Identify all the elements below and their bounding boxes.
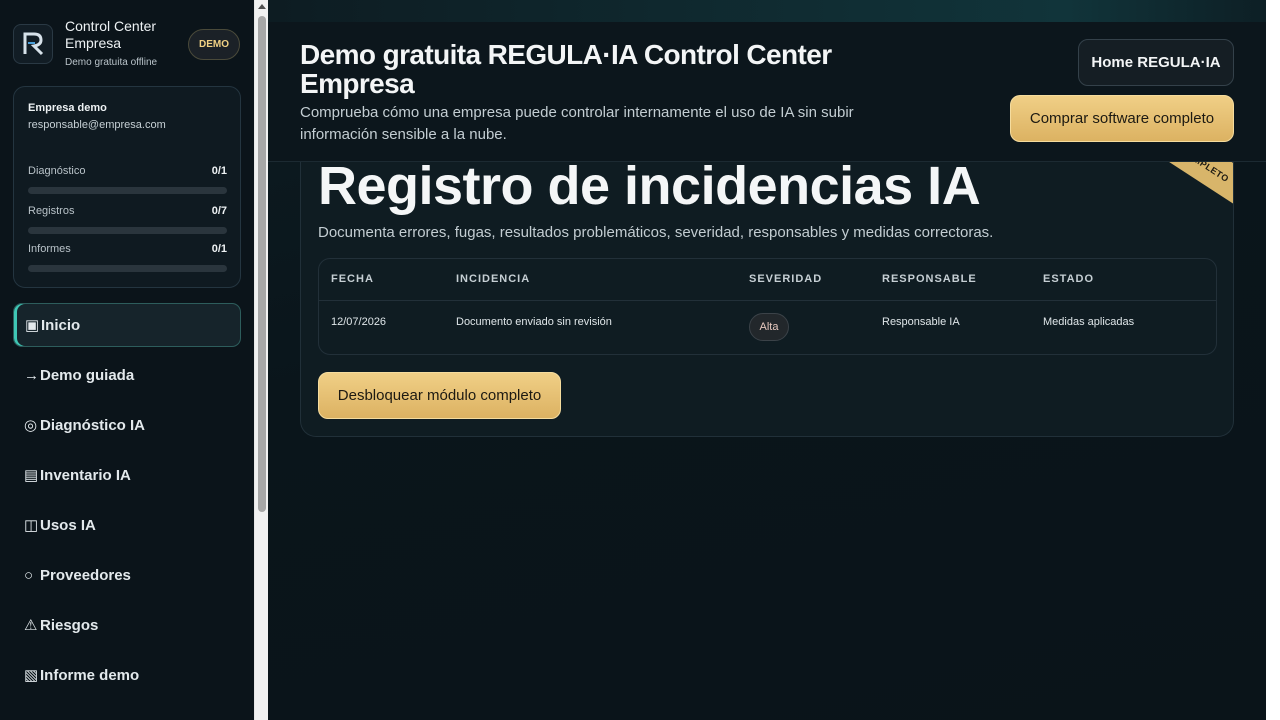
sidebar: Control Center Empresa Demo gratuita off… (0, 0, 254, 720)
progress-bar (28, 187, 227, 194)
sidebar-item-label: Informe demo (40, 666, 140, 684)
scroll-up-arrow-icon[interactable] (258, 4, 266, 9)
cell-responsable: Responsable IA (882, 316, 960, 328)
incident-panel: COMPLETO Registro de incidencias IA Docu… (300, 162, 1234, 437)
progress-count: 0/7 (211, 205, 227, 217)
home-icon: ▣ (25, 317, 40, 334)
column-header-fecha: FECHA (331, 273, 374, 285)
demo-badge: DEMO (188, 29, 240, 60)
sidebar-item-label: Proveedores (40, 566, 131, 584)
cell-fecha: 12/07/2026 (331, 316, 387, 328)
sidebar-item-label: Inicio (41, 316, 81, 334)
logo-icon (13, 24, 53, 64)
warning-icon: ⚠ (24, 617, 38, 634)
right-edge (1266, 0, 1280, 720)
sidebar-item-proveedores[interactable]: ○ Proveedores (13, 553, 241, 597)
corner-ribbon: COMPLETO (1137, 162, 1233, 218)
progress-label: Diagnóstico (28, 165, 86, 177)
sidebar-item-inicio[interactable]: ▣ Inicio (13, 303, 241, 347)
target-icon: ◎ (24, 417, 38, 434)
progress-label: Informes (28, 243, 71, 255)
unlock-module-button[interactable]: Desbloquear módulo completo (318, 372, 561, 419)
main-content: Demo gratuita REGULA·IA Control Center E… (268, 0, 1280, 720)
progress-label: Registros (28, 205, 75, 217)
page-header: Demo gratuita REGULA·IA Control Center E… (268, 22, 1266, 162)
brand-title: Control Center Empresa (65, 18, 157, 51)
page-title: Demo gratuita REGULA·IA Control Center E… (300, 39, 832, 99)
home-button[interactable]: Home REGULA·IA (1078, 39, 1234, 86)
sidebar-scrollbar[interactable] (254, 0, 268, 720)
progress-card: Empresa demo responsable@empresa.com Dia… (13, 86, 241, 288)
columns-icon: ◫ (24, 517, 39, 534)
brand: Control Center Empresa Demo gratuita off… (13, 18, 241, 72)
page-description: Comprueba cómo una empresa puede control… (300, 104, 854, 143)
column-header-estado: ESTADO (1043, 273, 1095, 285)
sidebar-item-diagnostico-ia[interactable]: ◎ Diagnóstico IA (13, 403, 241, 447)
list-icon: ▤ (24, 467, 39, 484)
sidebar-item-label: Diagnóstico IA (40, 416, 146, 434)
sidebar-item-label: Usos IA (40, 516, 96, 534)
progress-count: 0/1 (211, 165, 227, 177)
severity-badge: Alta (749, 313, 789, 341)
sidebar-item-label: Inventario IA (40, 466, 131, 484)
report-icon: ▧ (24, 667, 39, 684)
table-header: FECHA INCIDENCIA SEVERIDAD RESPONSABLE E… (319, 259, 1216, 301)
sidebar-item-label: Demo guiada (40, 366, 135, 384)
arrow-right-icon: → (24, 366, 39, 384)
company-email: responsable@empresa.com (28, 119, 166, 131)
sidebar-item-informe-demo[interactable]: ▧ Informe demo (13, 653, 241, 697)
buy-software-button[interactable]: Comprar software completo (1010, 95, 1234, 142)
column-header-responsable: RESPONSABLE (882, 273, 977, 285)
company-name: Empresa demo (28, 102, 107, 114)
progress-bar (28, 265, 227, 272)
progress-bar (28, 227, 227, 234)
sidebar-item-label: Riesgos (40, 616, 99, 634)
column-header-severidad: SEVERIDAD (749, 273, 823, 285)
scroll-thumb[interactable] (258, 16, 266, 512)
column-header-incidencia: INCIDENCIA (456, 273, 531, 285)
sidebar-item-inventario-ia[interactable]: ▤ Inventario IA (13, 453, 241, 497)
cell-estado: Medidas aplicadas (1043, 316, 1135, 328)
brand-subtitle: Demo gratuita offline (65, 57, 158, 68)
panel-title: Registro de incidencias IA (318, 162, 981, 216)
incident-table: FECHA INCIDENCIA SEVERIDAD RESPONSABLE E… (318, 258, 1217, 355)
circle-icon: ○ (24, 566, 34, 584)
progress-count: 0/1 (211, 243, 227, 255)
cell-incidencia: Documento enviado sin revisión (456, 316, 612, 328)
sidebar-item-usos-ia[interactable]: ◫ Usos IA (13, 503, 241, 547)
sidebar-item-demo-guiada[interactable]: → Demo guiada (13, 353, 241, 397)
top-strip (268, 0, 1266, 22)
panel-description: Documenta errores, fugas, resultados pro… (318, 224, 994, 241)
sidebar-item-riesgos[interactable]: ⚠ Riesgos (13, 603, 241, 647)
